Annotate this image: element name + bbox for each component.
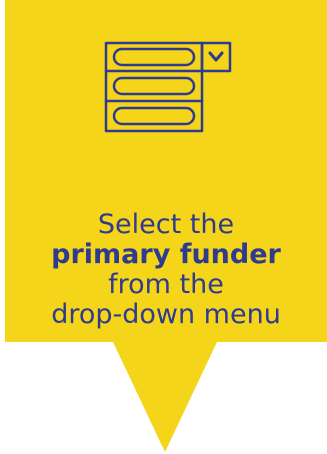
- dropdown-menu-icon: [104, 41, 234, 133]
- instruction-line-3: from the: [108, 269, 224, 300]
- tooltip-callout: Select the primary funder from the drop-…: [5, 0, 327, 454]
- instruction-line-1: Select the: [97, 209, 235, 240]
- instruction-text: Select the primary funder from the drop-…: [5, 210, 327, 330]
- instruction-line-4: drop-down menu: [51, 299, 281, 330]
- instruction-emphasis: primary funder: [51, 239, 281, 270]
